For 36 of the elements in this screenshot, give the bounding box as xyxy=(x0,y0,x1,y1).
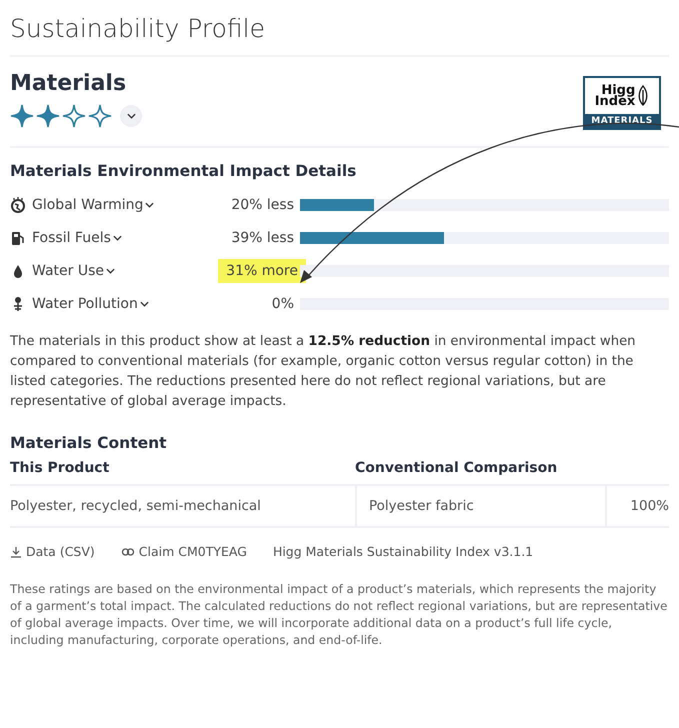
column-header: This Product xyxy=(10,460,355,486)
higg-index-logo: Higg Index MATERIALS xyxy=(583,76,661,130)
star-icon xyxy=(62,104,86,128)
metric-dropdown[interactable]: Water Use xyxy=(32,262,115,278)
claim-link[interactable]: Claim CM0TYEAG xyxy=(120,544,247,559)
fuel-pump-icon xyxy=(10,230,26,246)
star-icon xyxy=(10,104,34,128)
footnote: These ratings are based on the environmental impact of a product’s materials, which represents the majority of a garment’s total impact. The calculated reductions do not reflect regional variations, but are representative of global average impacts. Over time, we will incorporate additional data on a product’s full life cycle, including manufacturing, corporate operations, and end-of-life. xyxy=(10,581,668,649)
metric-reading: 39% less xyxy=(231,230,295,246)
table-cell: Polyester, recycled, semi-mechanical xyxy=(10,486,355,528)
metric-dropdown[interactable]: Water Pollution xyxy=(32,296,149,312)
expand-button[interactable] xyxy=(120,105,142,127)
chevron-icon xyxy=(106,268,115,274)
download-link[interactable]: Data (CSV) xyxy=(10,544,95,559)
chevron-icon xyxy=(126,113,136,119)
link-icon xyxy=(120,546,135,558)
section-title: Materials xyxy=(10,71,128,96)
download-icon xyxy=(10,546,22,558)
metric-dropdown[interactable]: Fossil Fuels xyxy=(32,230,122,246)
metric-reading: 20% less xyxy=(231,196,295,212)
star-icon xyxy=(88,104,112,128)
section-heading: Materials Content xyxy=(10,434,168,452)
chevron-icon xyxy=(140,300,149,306)
chevron-icon xyxy=(145,202,154,208)
star-icon xyxy=(36,104,60,128)
table-cell: Polyester fabric xyxy=(355,486,605,528)
column-header: Conventional Comparison xyxy=(355,460,605,486)
impact-description: The materials in this product show at least a 12.5% reduction in environmental impact when compared to conventional materials (for example, organic cotton versus regular cotton) in the listed categories. The reductions presented here do not reflect regional variations, but are representative of global average impacts. xyxy=(10,333,637,411)
page-title: Sustainability Profile xyxy=(10,14,266,43)
metric-reading: 31% more xyxy=(218,258,306,282)
chevron-icon xyxy=(112,234,122,240)
index-version: Higg Materials Sustainability Index v3.1.1 xyxy=(272,544,534,559)
metric-dropdown[interactable]: Global Warming xyxy=(32,196,154,212)
section-heading: Materials Environmental Impact Details xyxy=(10,162,358,180)
metric-reading: 0% xyxy=(272,296,295,312)
table-cell: 100% xyxy=(605,486,669,528)
